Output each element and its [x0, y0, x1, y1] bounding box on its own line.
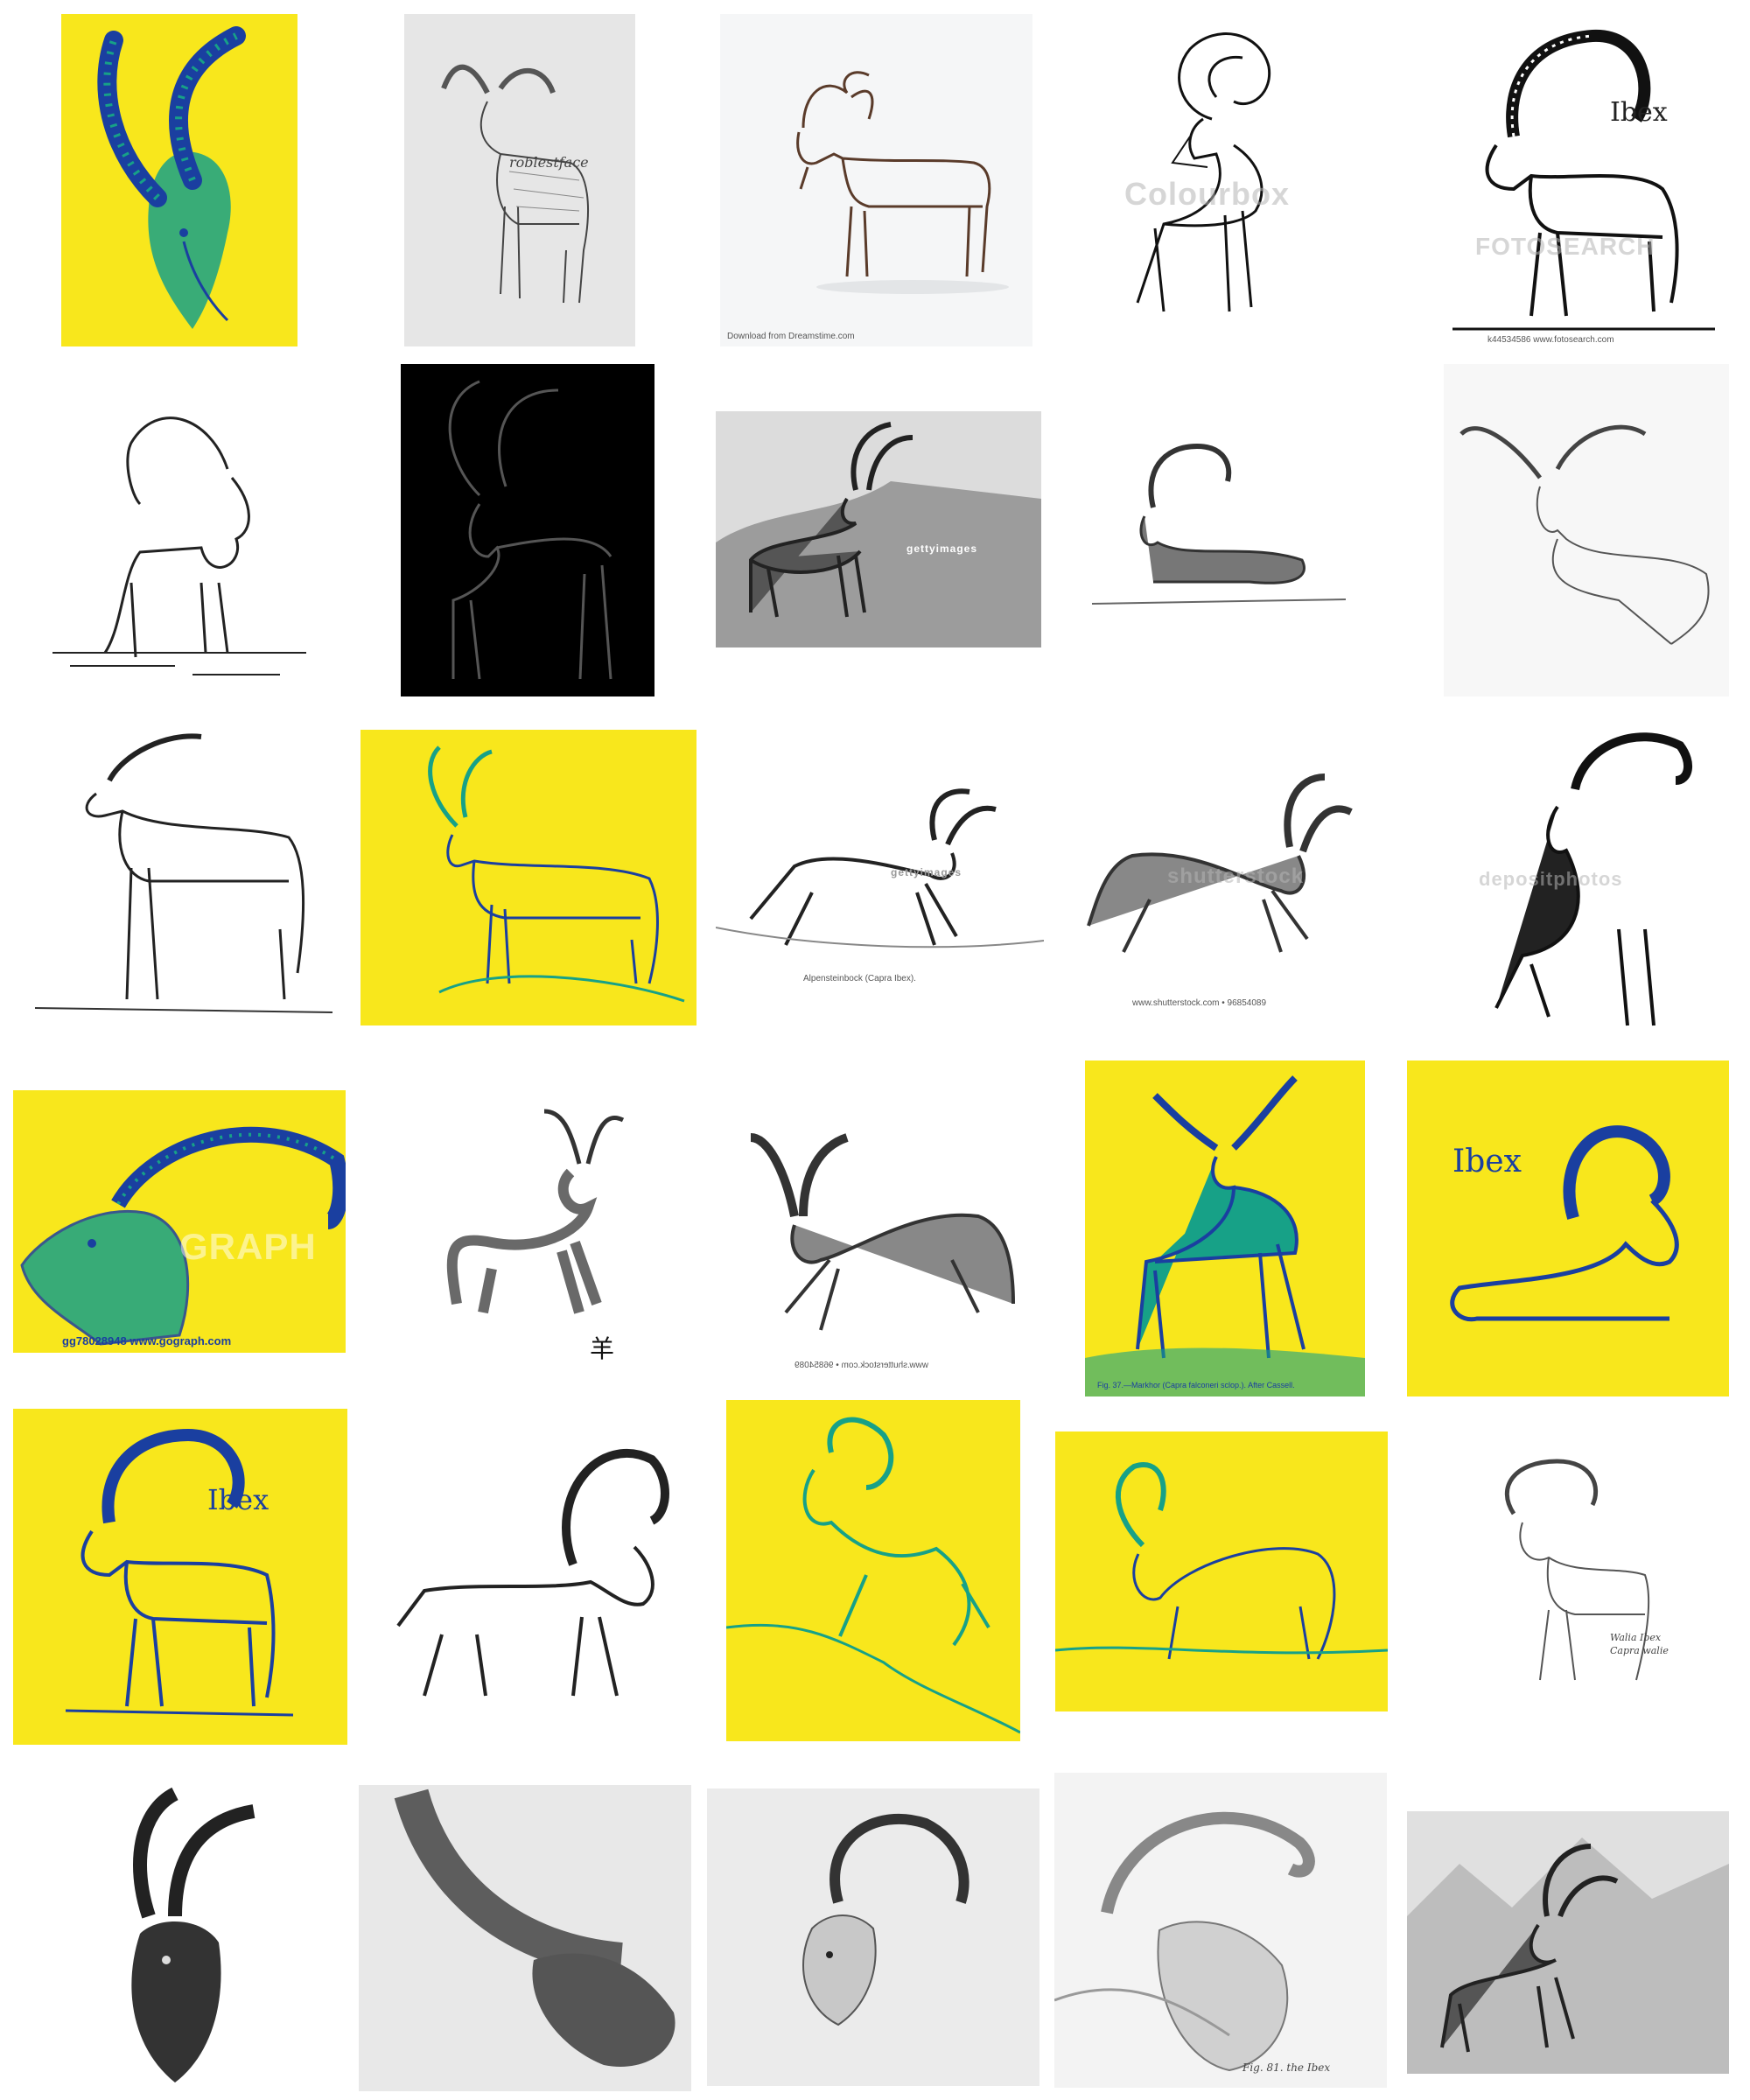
ibex-icon: [716, 411, 1041, 648]
shutterstock-credit-mirrored: www.shutterstock.com • 96854089: [794, 1361, 929, 1370]
ibex-icon: [1091, 443, 1347, 605]
ibex-icon: [441, 64, 589, 304]
markhor-icon: [1085, 1075, 1365, 1396]
tile-coloring-ibex[interactable]: Colourbox: [1085, 14, 1339, 346]
tile-outline-goat[interactable]: Download from Dreamstime.com: [720, 14, 1032, 346]
tile-climbing-ibex-teal[interactable]: [726, 1400, 1020, 1741]
goat-icon: [796, 71, 1009, 294]
ibex-icon: [65, 1428, 294, 1717]
tile-pencil-ibex[interactable]: roblestface: [404, 14, 635, 346]
horn-icon: [394, 1788, 676, 2067]
tile-ink-ibex-standing[interactable]: [26, 710, 341, 1040]
tile-charcoal-horn[interactable]: [359, 1785, 691, 2091]
ibex-label-lying: Ibex: [1452, 1144, 1522, 1180]
tile-pencil-ibex-head[interactable]: [707, 1788, 1040, 2086]
capra-walie-note: Capra walie: [1610, 1645, 1669, 1656]
walia-ibex-note: Walia Ibex: [1610, 1632, 1662, 1643]
tile-ibex-labeled[interactable]: Ibex FOTOSEARCH k44534586 www.fotosearch…: [1435, 14, 1729, 346]
tile-markhor[interactable]: Fig. 37.—Markhor (Capra falconeri sclop.…: [1085, 1060, 1365, 1396]
ibex-icon: [1450, 1125, 1679, 1322]
tile-pencil-walia-ibex[interactable]: Walia Ibex Capra walie: [1444, 1435, 1729, 1715]
tile-sketch-ibex-ledge[interactable]: [1444, 364, 1729, 696]
tile-grazing-ibex-teal[interactable]: [1055, 1432, 1388, 1712]
ibex-label: Ibex: [1610, 97, 1668, 128]
tile-ibex-head-yellow[interactable]: [61, 14, 298, 346]
tile-mountain-ibex[interactable]: [1407, 1811, 1729, 2074]
ibex-icon: [448, 380, 612, 680]
tile-bearded-ibex[interactable]: [52, 364, 306, 696]
getty-watermark-2: gettyimages: [891, 866, 962, 878]
tile-ibex-on-black[interactable]: [401, 364, 654, 696]
ibex-label-yellow: Ibex: [207, 1483, 270, 1516]
goat-icon: [446, 1109, 625, 1314]
dreamstime-credit: Download from Dreamstime.com: [727, 332, 855, 341]
ibex-icon: [750, 1133, 1015, 1331]
tile-engraving-leaping-ibex[interactable]: gettyimages Alpensteinbock (Capra Ibex).: [716, 770, 1044, 989]
ibex-head-icon: [20, 1126, 346, 1346]
ibex-head-icon: [802, 1813, 970, 2026]
tile-ibex-horn-rock[interactable]: Fig. 81. the Ibex: [1054, 1773, 1387, 2088]
ibex-icon: [1460, 424, 1710, 645]
shutterstock-watermark: shutterstock: [1167, 864, 1305, 888]
ibex-head-icon: [131, 1787, 256, 2082]
depositphotos-watermark: depositphotos: [1479, 868, 1623, 890]
colourbox-watermark: Colourbox: [1124, 176, 1290, 212]
fig-caption: Fig. 81. the Ibex: [1242, 2062, 1331, 2074]
shutterstock-credit: www.shutterstock.com • 96854089: [1132, 998, 1267, 1008]
fotosearch-watermark: FOTOSEARCH: [1475, 233, 1656, 260]
tile-bw-ibex-rock[interactable]: depositphotos: [1444, 710, 1729, 1040]
gograph-credit: gg78028948 www.gograph.com: [62, 1334, 232, 1348]
tile-ibex-labeled-yellow[interactable]: Ibex: [13, 1409, 347, 1745]
ibex-head-icon: [1054, 1811, 1315, 2072]
kanji-character: 羊: [590, 1334, 615, 1363]
tile-yellow-outline-ibex[interactable]: [360, 730, 696, 1026]
tile-ibex-head-dark[interactable]: [79, 1785, 289, 2091]
ibex-icon: [1504, 1459, 1650, 1681]
ibex-icon: [1407, 1838, 1729, 2074]
tile-resting-ibex[interactable]: [1074, 411, 1363, 630]
ibex-icon: [396, 1449, 669, 1697]
signature-text: roblestface: [509, 154, 589, 171]
tile-engraving-ibex[interactable]: gettyimages: [716, 411, 1041, 648]
tile-leaping-ibex[interactable]: shutterstock www.shutterstock.com • 9685…: [1062, 751, 1365, 1013]
ibex-icon: [716, 788, 1044, 948]
getty-watermark: gettyimages: [906, 542, 978, 555]
ibex-icon: [726, 1417, 1020, 1734]
alpensteinbock-caption: Alpensteinbock (Capra Ibex).: [803, 974, 916, 984]
tile-ibex-head-left[interactable]: GRAPH gg78028948 www.gograph.com: [13, 1090, 346, 1353]
tile-ibex-lying-labeled[interactable]: Ibex: [1407, 1060, 1729, 1396]
tile-walking-ibex-ink[interactable]: [372, 1416, 696, 1731]
tile-mirrored-leaping-ibex[interactable]: www.shutterstock.com • 96854089: [716, 1085, 1044, 1374]
image-grid: roblestface Download from Dreamstime.com…: [0, 0, 1750, 2100]
ibex-icon: [52, 416, 306, 676]
gograph-watermark: GRAPH: [179, 1226, 317, 1267]
ibex-icon: [34, 733, 333, 1013]
ibex-icon: [428, 746, 685, 1003]
markhor-caption: Fig. 37.—Markhor (Capra falconeri sclop.…: [1097, 1381, 1295, 1390]
ibex-icon: [1452, 29, 1715, 331]
ibex-head-icon: [97, 26, 246, 329]
fotosearch-credit: k44534586 www.fotosearch.com: [1488, 335, 1614, 345]
tile-ink-wash-goat[interactable]: 羊: [360, 1076, 696, 1382]
ibex-icon: [1055, 1462, 1388, 1660]
